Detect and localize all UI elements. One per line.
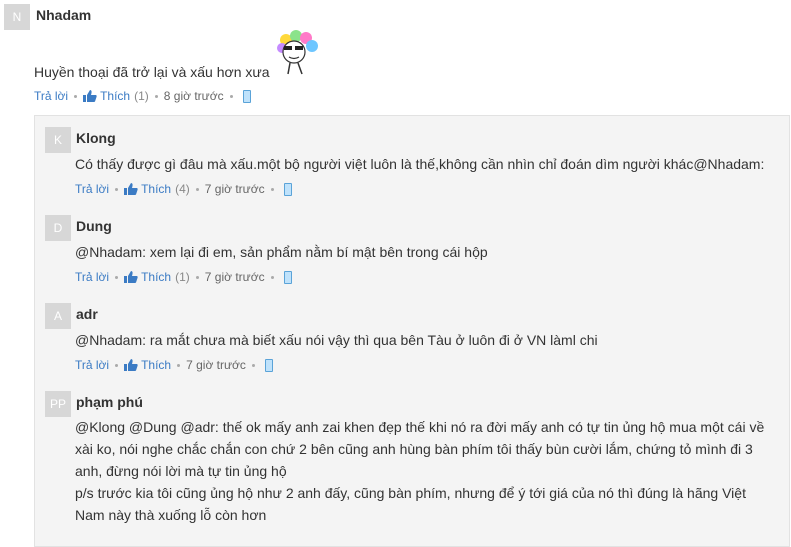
reply-actions: Trả lời Thích 7 giờ trước bbox=[75, 358, 273, 372]
separator-dot bbox=[74, 94, 78, 98]
reply-actions: Trả lời Thích (4) 7 giờ trước bbox=[75, 182, 292, 196]
reply-button[interactable]: Trả lời bbox=[34, 89, 68, 103]
like-count: (4) bbox=[175, 182, 190, 196]
avatar: K bbox=[45, 127, 71, 153]
timestamp: 7 giờ trước bbox=[186, 358, 246, 372]
separator-dot bbox=[195, 187, 199, 191]
separator-dot bbox=[251, 363, 255, 367]
avatar: A bbox=[45, 303, 71, 329]
reply-text: @Nhadam: xem lại đi em, sản phẩm nằm bí … bbox=[75, 244, 488, 260]
reply-author[interactable]: Dung bbox=[76, 218, 112, 234]
like-button[interactable]: Thích bbox=[141, 270, 171, 284]
avatar: N bbox=[4, 4, 30, 30]
avatar: PP bbox=[45, 391, 71, 417]
reply-author[interactable]: Klong bbox=[76, 130, 116, 146]
reply-text: Có thấy được gì đâu mà xấu.một bộ người … bbox=[75, 156, 765, 172]
separator-dot bbox=[195, 275, 199, 279]
separator-dot bbox=[177, 363, 181, 367]
like-button[interactable]: Thích bbox=[141, 358, 171, 372]
mobile-phone-icon bbox=[242, 89, 251, 103]
like-button[interactable]: Thích bbox=[141, 182, 171, 196]
timestamp: 8 giờ trước bbox=[163, 89, 224, 103]
separator-dot bbox=[115, 275, 119, 279]
comment-actions: Trả lời Thích (1) 8 giờ trước bbox=[34, 89, 251, 103]
reply-button[interactable]: Trả lời bbox=[75, 270, 109, 284]
reply-text-line: Nam này thà xuống lỗ còn hơn bbox=[75, 507, 267, 523]
reply-author[interactable]: phạm phú bbox=[76, 394, 143, 410]
reply-text: @Klong @Dung @adr: thế ok mấy anh zai kh… bbox=[75, 416, 764, 526]
separator-dot bbox=[115, 187, 119, 191]
mobile-phone-icon bbox=[264, 358, 273, 372]
reply-button[interactable]: Trả lời bbox=[75, 358, 109, 372]
reply-actions: Trả lời Thích (1) 7 giờ trước bbox=[75, 270, 292, 284]
thumbs-up-icon[interactable] bbox=[83, 90, 97, 102]
thumbs-up-icon[interactable] bbox=[124, 183, 138, 195]
reply-button[interactable]: Trả lời bbox=[75, 182, 109, 196]
like-button[interactable]: Thích bbox=[100, 89, 130, 103]
thumbs-up-icon[interactable] bbox=[124, 271, 138, 283]
separator-dot bbox=[154, 94, 158, 98]
reply-author[interactable]: adr bbox=[76, 306, 98, 322]
timestamp: 7 giờ trước bbox=[204, 270, 265, 284]
like-count: (1) bbox=[134, 89, 149, 103]
reply-text-line: p/s trước kia tôi cũng ủng hộ như 2 anh … bbox=[75, 485, 746, 501]
reply-text: @Nhadam: ra mắt chưa mà biết xấu nói vậy… bbox=[75, 332, 598, 348]
comment-text: Huyền thoại đã trở lại và xấu hơn xưa bbox=[34, 64, 270, 80]
mobile-phone-icon bbox=[283, 182, 292, 196]
avatar: D bbox=[45, 215, 71, 241]
reply-text-line: xài ko, nói nghe chắc chắn con chứ 2 bên… bbox=[75, 441, 753, 457]
separator-dot bbox=[115, 363, 119, 367]
emoji-sticker-icon bbox=[274, 30, 322, 80]
separator-dot bbox=[270, 275, 274, 279]
separator-dot bbox=[229, 94, 233, 98]
timestamp: 7 giờ trước bbox=[204, 182, 265, 196]
separator-dot bbox=[270, 187, 274, 191]
comment-author[interactable]: Nhadam bbox=[36, 7, 91, 23]
thumbs-up-icon[interactable] bbox=[124, 359, 138, 371]
mobile-phone-icon bbox=[283, 270, 292, 284]
reply-text-line: @Klong @Dung @adr: thế ok mấy anh zai kh… bbox=[75, 419, 765, 435]
reply-text-line: anh, đừng nói lời mà tự tin ủng hộ bbox=[75, 463, 287, 479]
like-count: (1) bbox=[175, 270, 190, 284]
